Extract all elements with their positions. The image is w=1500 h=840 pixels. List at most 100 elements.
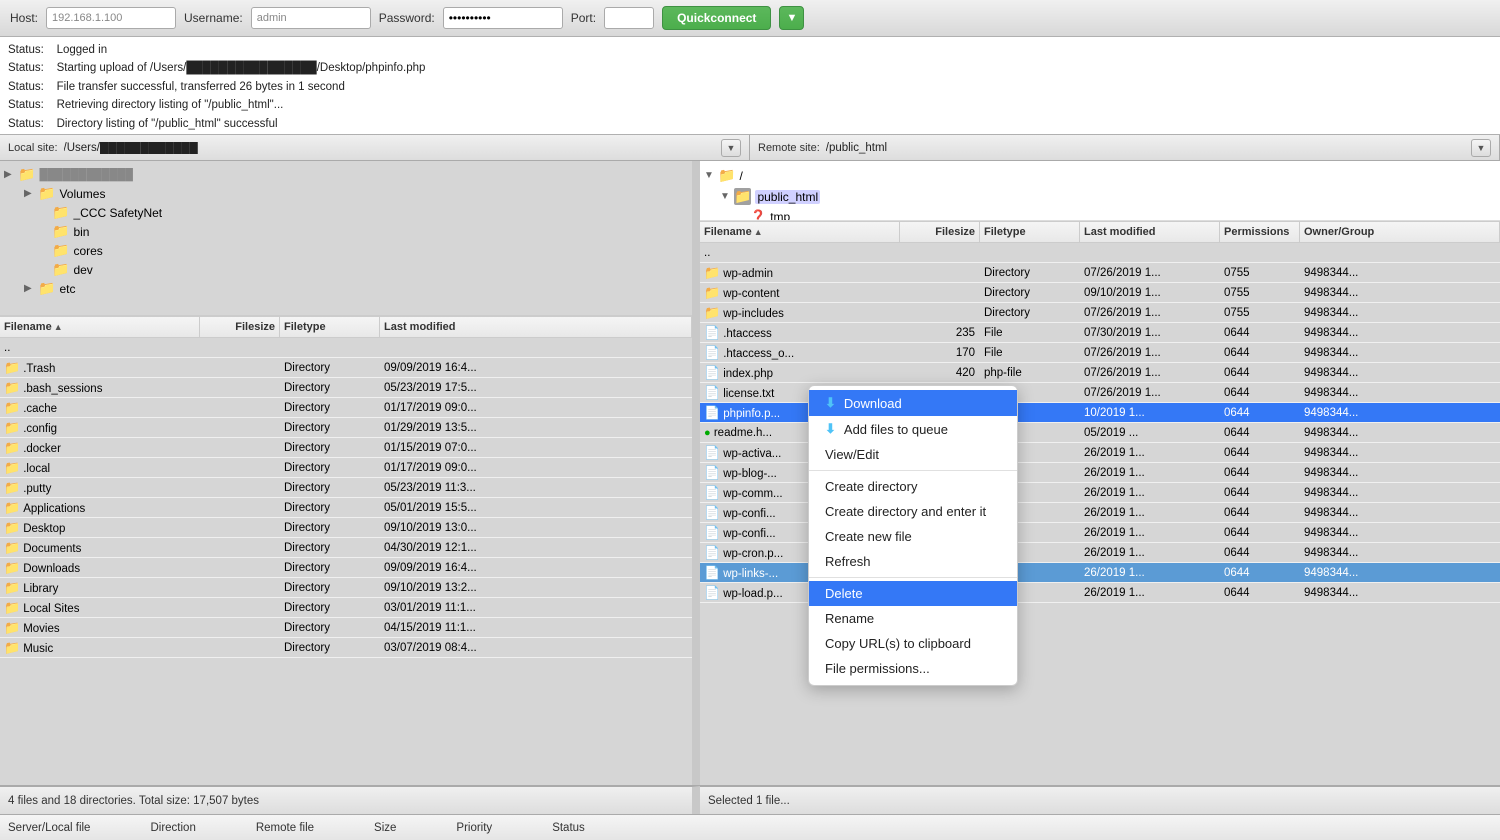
- context-menu-add-to-queue[interactable]: ⬇ Add files to queue: [809, 416, 1017, 442]
- local-file-list-body[interactable]: .. 📁.Trash Directory 09/09/2019 16:4... …: [0, 338, 692, 785]
- local-file-modified: 01/17/2019 09:0...: [380, 402, 692, 414]
- folder-icon: 📁: [4, 400, 20, 415]
- local-file-name: 📁Documents: [0, 540, 200, 556]
- context-menu-view-edit[interactable]: View/Edit: [809, 442, 1017, 467]
- password-label: Password:: [379, 11, 435, 25]
- local-file-row-applications[interactable]: 📁Applications Directory 05/01/2019 15:5.…: [0, 498, 692, 518]
- local-file-row-docker[interactable]: 📁.docker Directory 01/15/2019 07:0...: [0, 438, 692, 458]
- local-file-row-movies[interactable]: 📁Movies Directory 04/15/2019 11:1...: [0, 618, 692, 638]
- local-file-row-desktop[interactable]: 📁Desktop Directory 09/10/2019 13:0...: [0, 518, 692, 538]
- col-header-filetype-remote[interactable]: Filetype: [980, 222, 1080, 242]
- remote-status-bar: Selected 1 file...: [700, 786, 1500, 814]
- remote-file-modified: 26/2019 1...: [1080, 467, 1220, 479]
- local-file-modified: 05/23/2019 11:3...: [380, 482, 692, 494]
- remote-file-row-htaccess[interactable]: 📄.htaccess 235 File 07/30/2019 1... 0644…: [700, 323, 1500, 343]
- local-file-row-documents[interactable]: 📁Documents Directory 04/30/2019 12:1...: [0, 538, 692, 558]
- remote-file-owner: 9498344...: [1300, 447, 1500, 459]
- remote-file-row-wpadmin[interactable]: 📁wp-admin Directory 07/26/2019 1... 0755…: [700, 263, 1500, 283]
- local-tree: ▶ 📁 ████████████ ▶ 📁 Volumes 📁 _CCC Safe…: [0, 161, 692, 316]
- local-file-row-dotdot[interactable]: ..: [0, 338, 692, 358]
- local-site-dropdown[interactable]: ▼: [721, 139, 741, 157]
- username-input[interactable]: [251, 7, 371, 29]
- local-file-row-config[interactable]: 📁.config Directory 01/29/2019 13:5...: [0, 418, 692, 438]
- remote-file-perms: 0644: [1220, 547, 1300, 559]
- folder-icon: 📁: [704, 285, 720, 300]
- local-tree-item-cores[interactable]: 📁 cores: [0, 241, 692, 260]
- folder-icon: 📁: [38, 185, 55, 202]
- context-menu-create-dir[interactable]: Create directory: [809, 474, 1017, 499]
- context-menu-label: Delete: [825, 586, 863, 601]
- remote-file-row-htaccess-old[interactable]: 📄.htaccess_o... 170 File 07/26/2019 1...…: [700, 343, 1500, 363]
- password-input[interactable]: [443, 7, 563, 29]
- col-header-filesize[interactable]: Filesize: [200, 317, 280, 337]
- local-tree-item-etc[interactable]: ▶ 📁 etc: [0, 279, 692, 298]
- col-header-filename[interactable]: Filename ▲: [0, 317, 200, 337]
- host-input[interactable]: [46, 7, 176, 29]
- remote-file-perms: 0644: [1220, 347, 1300, 359]
- context-menu-delete[interactable]: Delete: [809, 581, 1017, 606]
- local-file-row-cache[interactable]: 📁.cache Directory 01/17/2019 09:0...: [0, 398, 692, 418]
- remote-tree-item-publichtml[interactable]: ▼ 📁 public_html: [700, 186, 1500, 207]
- remote-file-row-indexphp[interactable]: 📄index.php 420 php-file 07/26/2019 1... …: [700, 363, 1500, 383]
- local-file-row-putty[interactable]: 📁.putty Directory 05/23/2019 11:3...: [0, 478, 692, 498]
- remote-file-name: 📄.htaccess_o...: [700, 345, 900, 361]
- remote-tree-item-root[interactable]: ▼ 📁 /: [700, 165, 1500, 186]
- context-menu-refresh[interactable]: Refresh: [809, 549, 1017, 574]
- col-header-filename-remote[interactable]: Filename ▲: [700, 222, 900, 242]
- file-icon: 📄: [704, 345, 720, 360]
- context-menu-label: Copy URL(s) to clipboard: [825, 636, 971, 651]
- remote-file-row-dotdot[interactable]: ..: [700, 243, 1500, 263]
- local-file-row-trash[interactable]: 📁.Trash Directory 09/09/2019 16:4...: [0, 358, 692, 378]
- remote-file-modified: 07/26/2019 1...: [1080, 347, 1220, 359]
- remote-tree-item-tmp[interactable]: ❓ tmp: [700, 207, 1500, 221]
- local-file-row-library[interactable]: 📁Library Directory 09/10/2019 13:2...: [0, 578, 692, 598]
- context-menu-rename[interactable]: Rename: [809, 606, 1017, 631]
- local-tree-item-home[interactable]: ▶ 📁 ████████████: [0, 165, 692, 184]
- context-menu-create-file[interactable]: Create new file: [809, 524, 1017, 549]
- local-site-path[interactable]: [64, 142, 715, 154]
- context-menu-copy-url[interactable]: Copy URL(s) to clipboard: [809, 631, 1017, 656]
- tree-item-label: tmp: [770, 210, 790, 221]
- local-file-row-local[interactable]: 📁.local Directory 01/17/2019 09:0...: [0, 458, 692, 478]
- tree-item-label: Volumes: [59, 187, 105, 201]
- remote-file-row-wpincludes[interactable]: 📁wp-includes Directory 07/26/2019 1... 0…: [700, 303, 1500, 323]
- remote-site-path[interactable]: [826, 142, 1465, 154]
- context-menu-file-perms[interactable]: File permissions...: [809, 656, 1017, 681]
- remote-site-dropdown[interactable]: ▼: [1471, 139, 1491, 157]
- local-tree-item-ccc[interactable]: 📁 _CCC SafetyNet: [0, 203, 692, 222]
- local-file-row-downloads[interactable]: 📁Downloads Directory 09/09/2019 16:4...: [0, 558, 692, 578]
- col-header-filetype[interactable]: Filetype: [280, 317, 380, 337]
- status-line-2: Status: Starting upload of /Users/██████…: [8, 59, 1492, 77]
- tree-expand-icon: ▼: [720, 191, 734, 202]
- local-tree-item-bin[interactable]: 📁 bin: [0, 222, 692, 241]
- expand-arrow: [38, 226, 52, 237]
- col-header-owner-remote[interactable]: Owner/Group: [1300, 222, 1500, 242]
- col-header-filesize-remote[interactable]: Filesize: [900, 222, 980, 242]
- remote-file-row-wpcontent[interactable]: 📁wp-content Directory 09/10/2019 1... 07…: [700, 283, 1500, 303]
- remote-file-owner: 9498344...: [1300, 367, 1500, 379]
- remote-file-perms: 0644: [1220, 507, 1300, 519]
- folder-icon: 📁: [52, 261, 69, 278]
- remote-file-modified: 26/2019 1...: [1080, 527, 1220, 539]
- port-input[interactable]: [604, 7, 654, 29]
- context-menu-create-dir-enter[interactable]: Create directory and enter it: [809, 499, 1017, 524]
- col-header-lastmod[interactable]: Last modified: [380, 317, 692, 337]
- file-icon: 📄: [704, 585, 720, 600]
- col-header-lastmod-remote[interactable]: Last modified: [1080, 222, 1220, 242]
- local-tree-item-volumes[interactable]: ▶ 📁 Volumes: [0, 184, 692, 203]
- remote-file-perms: 0644: [1220, 527, 1300, 539]
- local-file-name: 📁Local Sites: [0, 600, 200, 616]
- local-tree-item-dev[interactable]: 📁 dev: [0, 260, 692, 279]
- quickconnect-button[interactable]: Quickconnect: [662, 6, 771, 30]
- folder-icon: 📁: [52, 242, 69, 259]
- local-file-row-music[interactable]: 📁Music Directory 03/07/2019 08:4...: [0, 638, 692, 658]
- local-file-row-bash[interactable]: 📁.bash_sessions Directory 05/23/2019 17:…: [0, 378, 692, 398]
- local-file-row-localsites[interactable]: 📁Local Sites Directory 03/01/2019 11:1..…: [0, 598, 692, 618]
- context-menu-download[interactable]: ⬇ Download: [809, 390, 1017, 416]
- folder-icon: 📁: [4, 480, 20, 495]
- php-icon: 📄: [704, 365, 720, 380]
- remote-status-text: Selected 1 file...: [708, 795, 790, 807]
- quickconnect-dropdown-button[interactable]: ▼: [779, 6, 804, 30]
- tree-item-label: cores: [73, 244, 102, 258]
- col-header-perms-remote[interactable]: Permissions: [1220, 222, 1300, 242]
